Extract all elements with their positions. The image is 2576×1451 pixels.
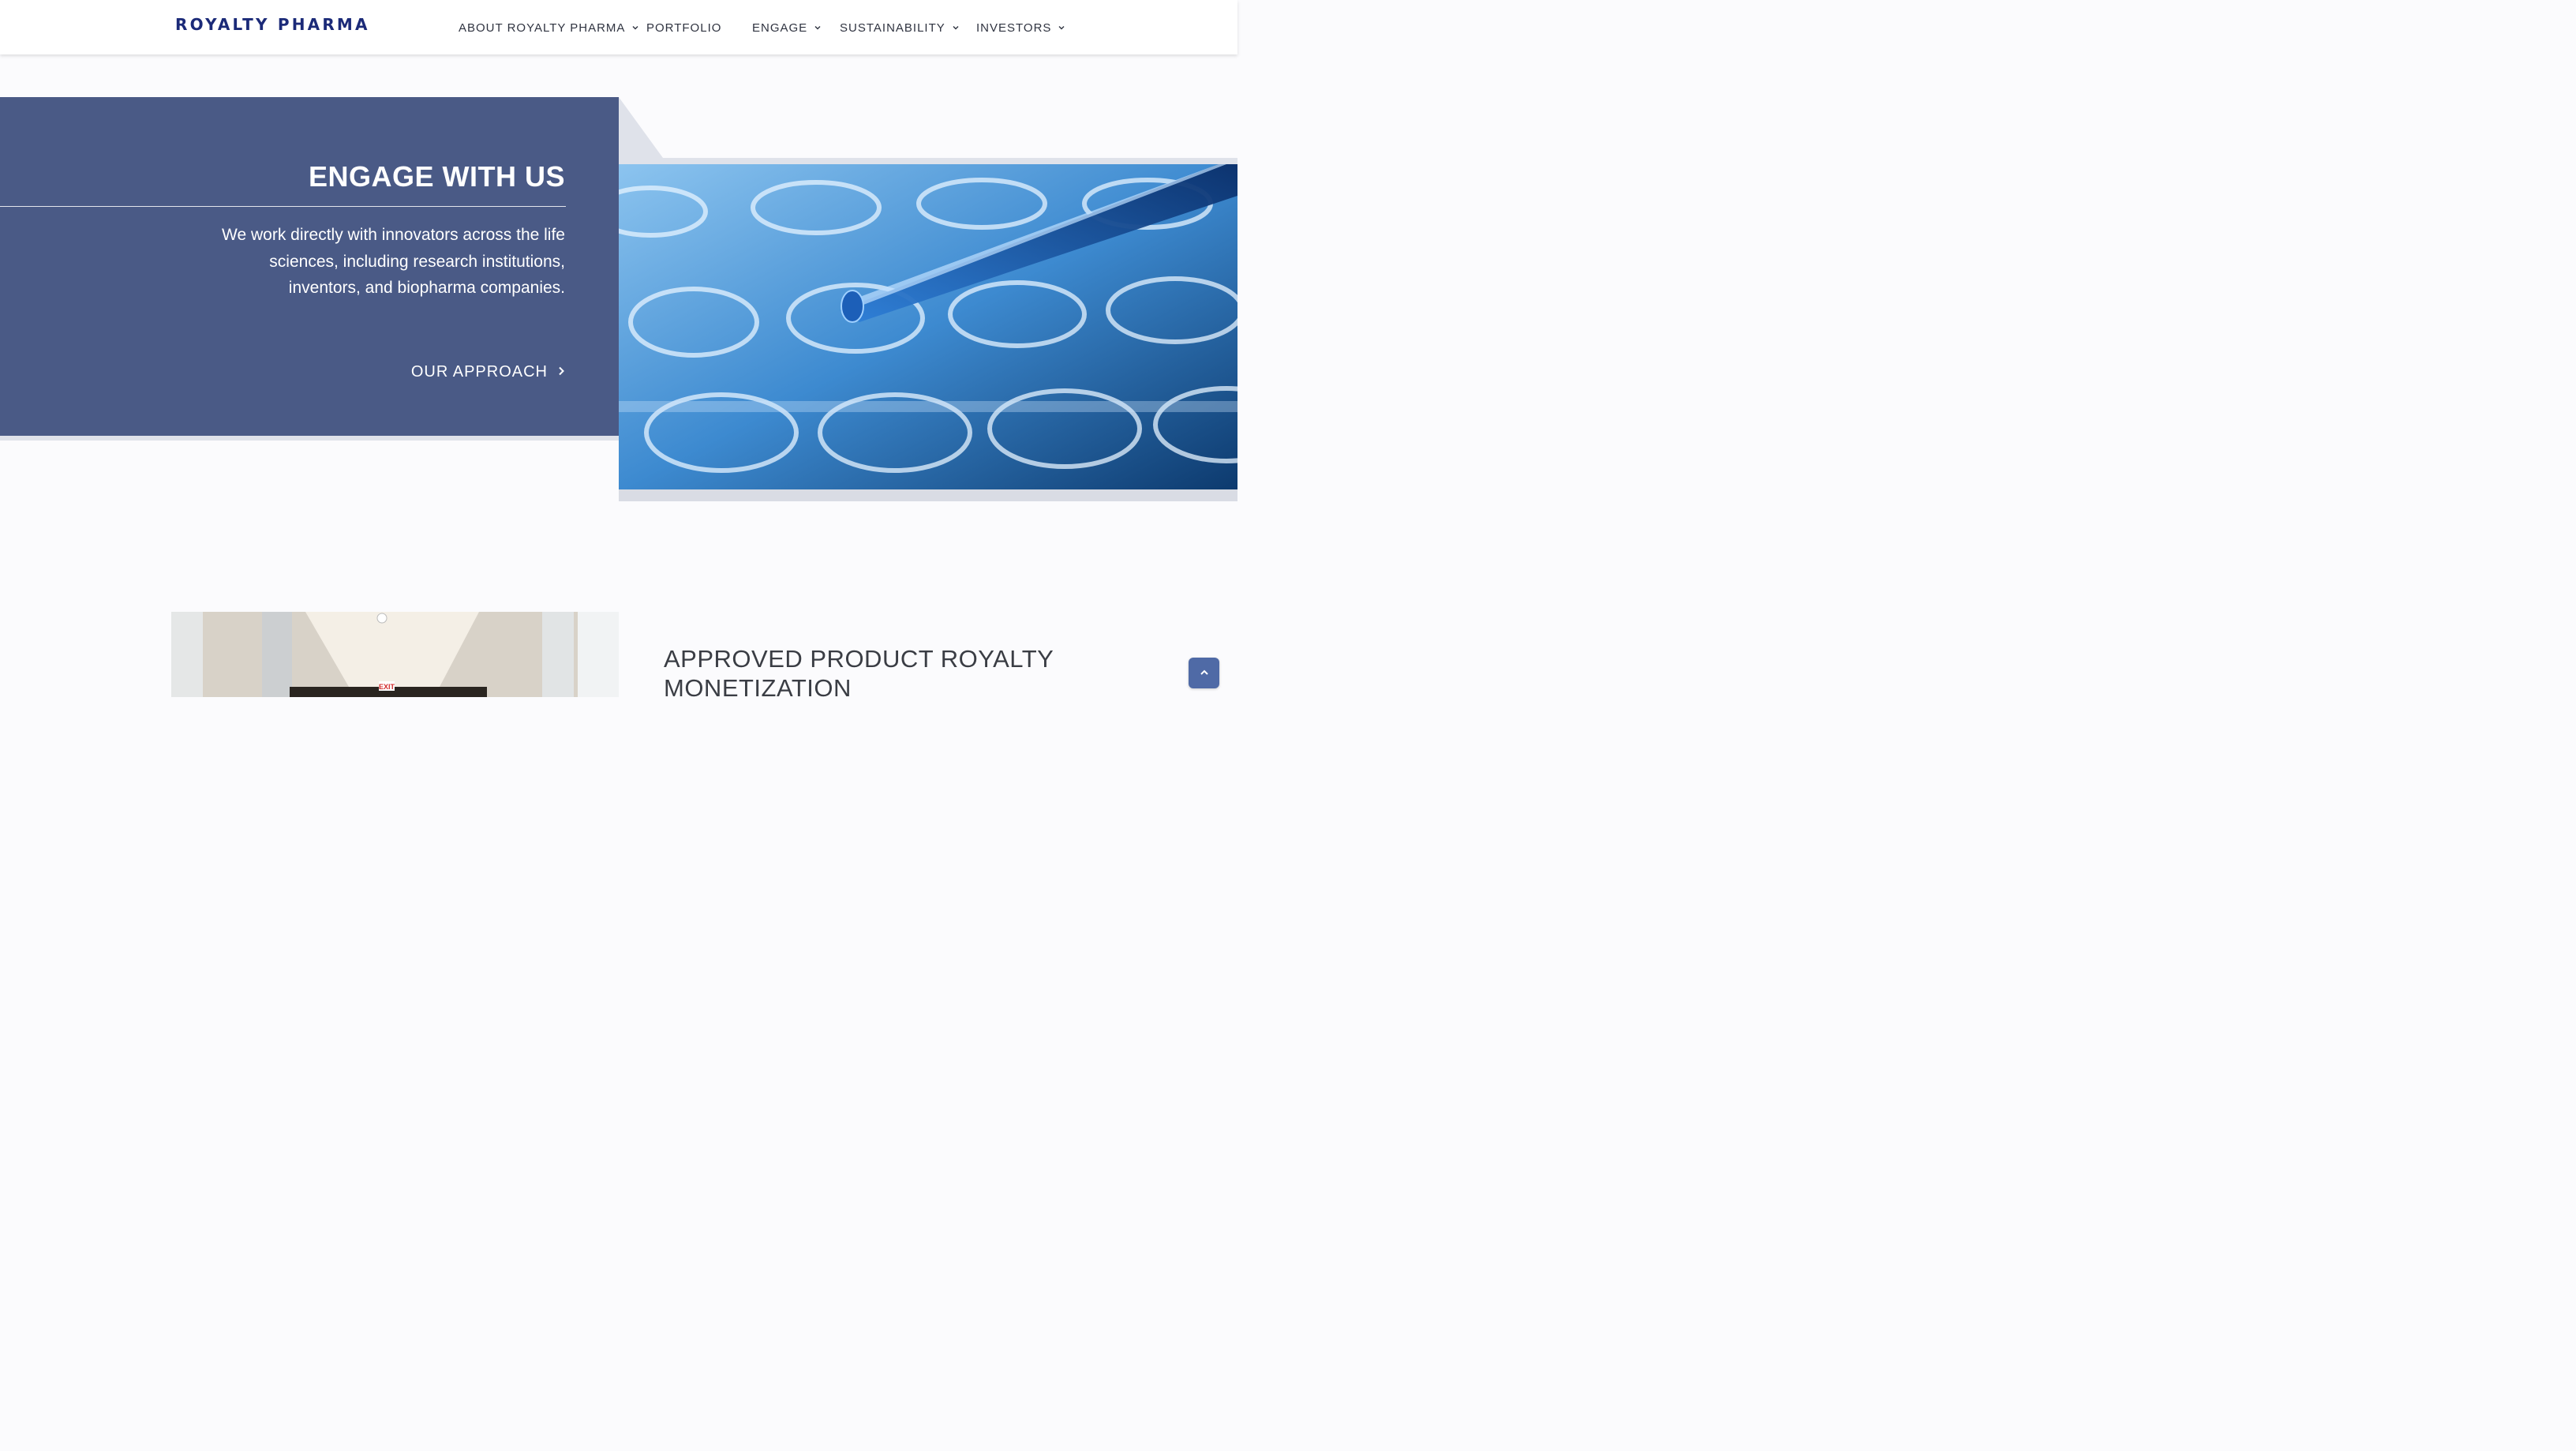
chevron-down-icon [1058, 24, 1065, 32]
engage-panel: ENGAGE WITH US We work directly with inn… [0, 97, 619, 436]
nav-portfolio[interactable]: PORTFOLIO [646, 20, 721, 36]
chevron-down-icon [952, 24, 960, 32]
nav-sustainability[interactable]: SUSTAINABILITY [840, 20, 960, 36]
engage-description: We work directly with innovators across … [222, 226, 565, 297]
nav-engage[interactable]: ENGAGE [752, 20, 822, 36]
section-title: APPROVED PRODUCT ROYALTY MONETIZATION [664, 645, 1054, 702]
nav-label: ABOUT ROYALTY PHARMA [459, 21, 626, 35]
chevron-down-icon [631, 24, 639, 32]
panel-shadow [0, 436, 619, 441]
chevron-up-icon [1200, 666, 1209, 681]
nav-label: SUSTAINABILITY [840, 21, 945, 35]
our-approach-link[interactable]: OUR APPROACH [411, 362, 565, 382]
scroll-to-top-button[interactable] [1189, 658, 1219, 688]
lab-pipette-photo [619, 164, 1237, 489]
engage-title: ENGAGE WITH US [308, 160, 565, 193]
office-hallway-photo: EXIT [171, 612, 619, 697]
site-header: ROYALTY PHARMA ABOUT ROYALTY PHARMA PORT… [0, 0, 1237, 54]
nav-label: INVESTORS [976, 21, 1052, 35]
royalty-pharma-logo[interactable]: ROYALTY PHARMA [175, 15, 370, 34]
divider [0, 206, 566, 207]
nav-label: ENGAGE [752, 21, 808, 35]
nav-about-royalty-pharma[interactable]: ABOUT ROYALTY PHARMA [459, 20, 639, 36]
our-approach-label: OUR APPROACH [410, 362, 548, 381]
nav-investors[interactable]: INVESTORS [976, 20, 1065, 36]
chevron-right-icon [557, 363, 565, 381]
chevron-down-icon [814, 24, 822, 32]
nav-label: PORTFOLIO [646, 21, 722, 35]
exit-sign-text: EXIT [379, 683, 395, 691]
